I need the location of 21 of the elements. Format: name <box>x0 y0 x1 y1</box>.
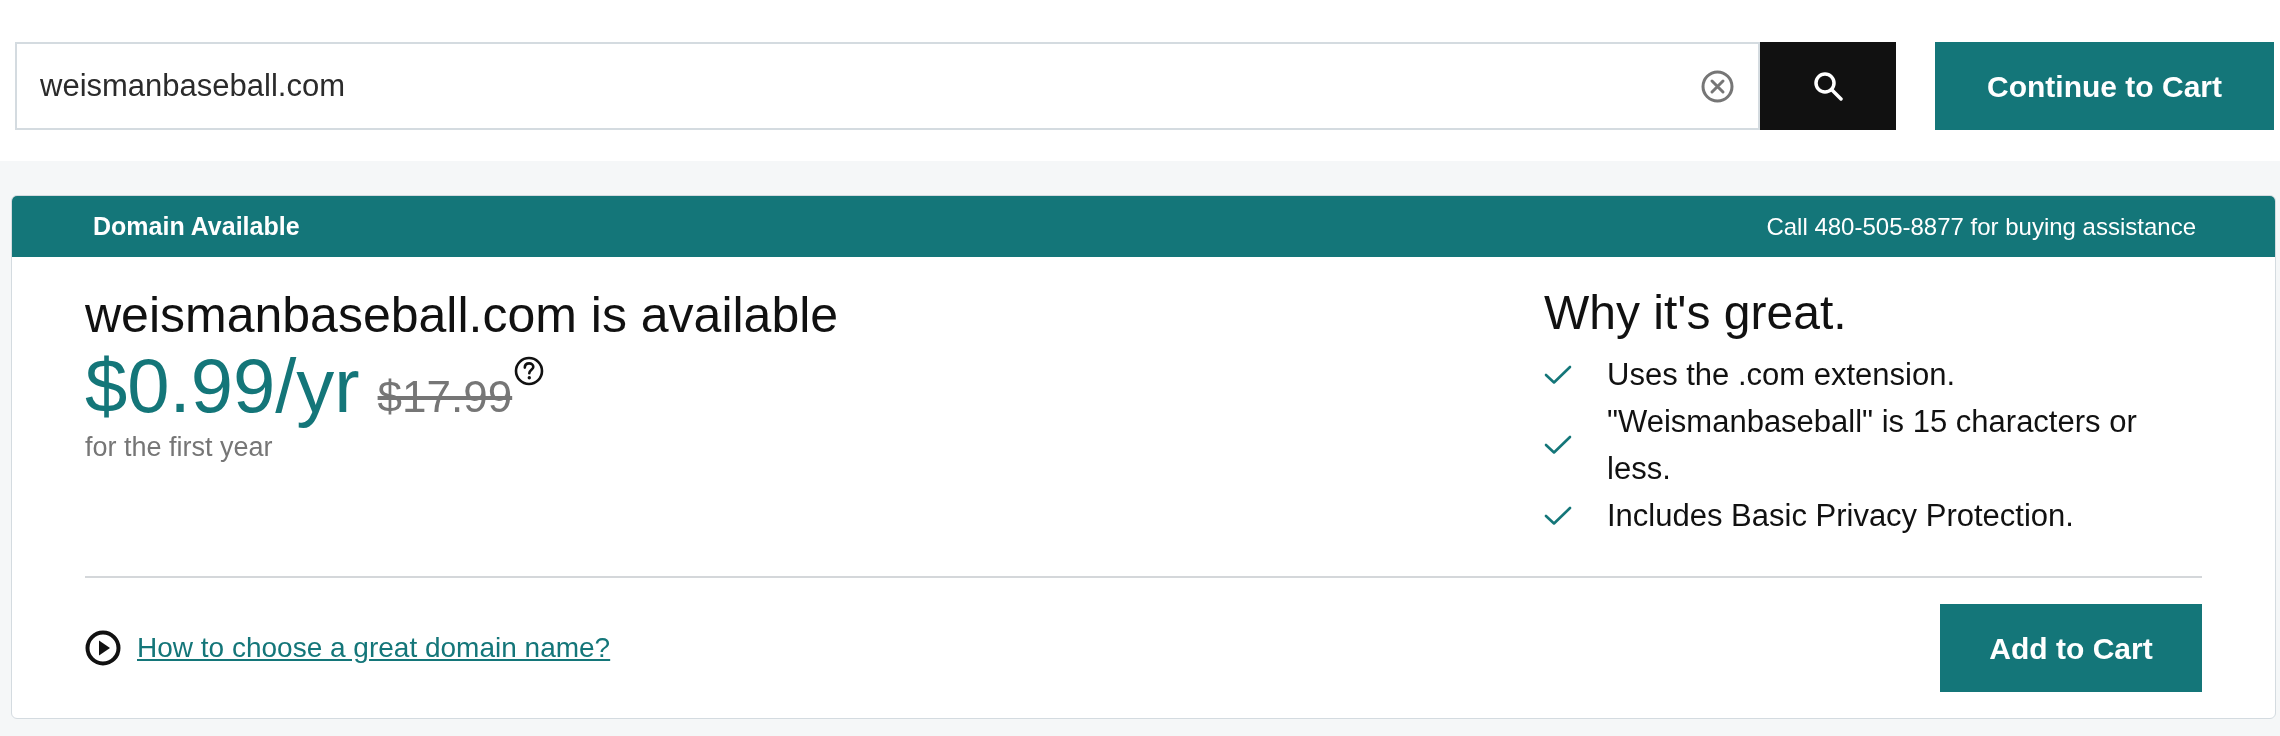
check-icon <box>1544 435 1572 455</box>
original-price: $17.99 <box>377 372 513 422</box>
search-icon <box>1813 71 1843 101</box>
check-icon <box>1544 505 1572 526</box>
phone-assistance-note: Call 480-505-8877 for buying assistance <box>1766 211 2196 242</box>
play-icon[interactable] <box>85 630 121 666</box>
benefit-text: "Weismanbaseball" is 15 characters or less. <box>1607 403 2138 488</box>
check-icon <box>1544 364 1572 385</box>
price-note: for the first year <box>85 431 273 463</box>
availability-heading: weismanbaseball.com is available <box>85 286 839 344</box>
benefit-text: Uses the .com extension. <box>1607 356 1957 394</box>
domain-name-help-link[interactable]: How to choose a great domain name? <box>137 627 611 669</box>
benefit-text: Includes Basic Privacy Protection. <box>1607 497 2075 535</box>
add-to-cart-button[interactable]: Add to Cart <box>1940 604 2202 692</box>
help-icon[interactable] <box>514 356 545 386</box>
search-field[interactable]: weismanbaseball.com <box>15 42 1760 130</box>
continue-to-cart-button[interactable]: Continue to Cart <box>1935 42 2274 130</box>
benefits-heading: Why it's great. <box>1544 285 1847 341</box>
availability-status: Domain Available <box>93 210 300 242</box>
clear-icon[interactable] <box>1701 70 1734 103</box>
search-button[interactable] <box>1760 42 1896 130</box>
